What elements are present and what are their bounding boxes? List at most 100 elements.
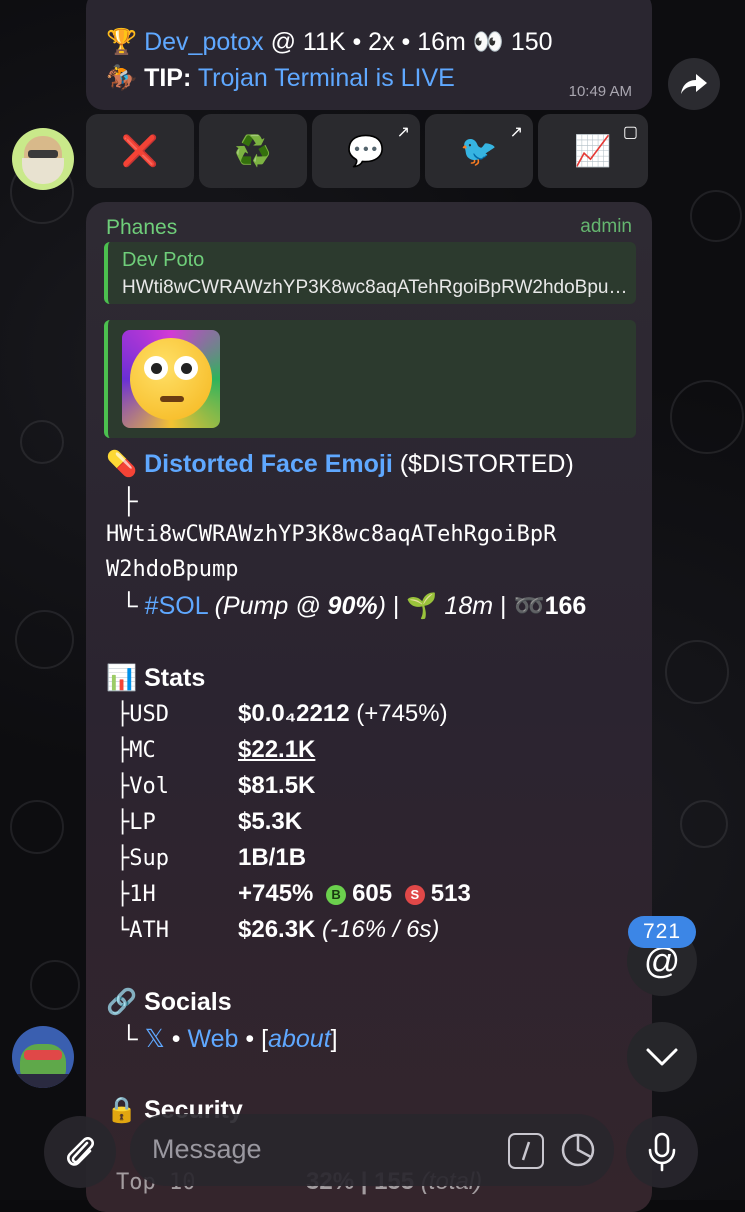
sells-icon: S bbox=[404, 885, 425, 905]
stat-key: ├1H bbox=[116, 882, 156, 907]
chat-link-button[interactable]: 💬 ↗ bbox=[312, 114, 420, 188]
chart-increasing-icon: 📈 bbox=[574, 134, 612, 168]
previous-message-bubble: 🏆 Dev_potox @ 11K • 2x • 16m 👀 150 🏇 TIP… bbox=[86, 0, 652, 110]
web-link[interactable]: Web bbox=[188, 1025, 239, 1053]
stat-row-sup: ├Sup 1B/1B bbox=[116, 844, 306, 872]
scroll-down-button[interactable] bbox=[627, 1022, 697, 1092]
stat-value: $5.3K bbox=[238, 808, 303, 835]
stat-row-mc: ├MC $22.1K bbox=[116, 736, 315, 764]
branch-end-glyph: └ bbox=[120, 1025, 138, 1053]
link-icon: 🔗 bbox=[106, 988, 138, 1016]
stats-heading: 📊 Stats bbox=[106, 664, 205, 693]
sol-hashtag[interactable]: #SOL bbox=[145, 592, 208, 620]
socials-line: └ 𝕏 • Web • [about] bbox=[120, 1025, 338, 1053]
stat-value: $0.0₄2212 bbox=[238, 700, 350, 727]
chevron-down-icon bbox=[646, 1048, 678, 1066]
token-ticker: ($DISTORTED) bbox=[399, 450, 574, 478]
buy-count: 605 bbox=[352, 880, 393, 907]
stat-key: ├MC bbox=[116, 738, 156, 763]
tip-label: TIP: bbox=[144, 64, 192, 92]
stats-title: Stats bbox=[144, 664, 206, 692]
stat-row-lp: ├LP $5.3K bbox=[116, 808, 302, 836]
reply-quote[interactable]: Dev Poto HWti8wCWRAWzhYP3K8wc8aqATehRgoi… bbox=[104, 242, 636, 304]
token-image[interactable] bbox=[122, 330, 220, 428]
token-age: 18m bbox=[444, 592, 494, 620]
stat-key: ├Sup bbox=[116, 846, 169, 871]
reply-author: Dev Poto bbox=[122, 249, 205, 271]
socials-title: Socials bbox=[144, 988, 232, 1016]
admin-badge: admin bbox=[580, 216, 632, 237]
refresh-button[interactable]: ♻️ bbox=[199, 114, 307, 188]
token-title-line: 💊 Distorted Face Emoji ($DISTORTED) bbox=[106, 450, 574, 479]
token-name-link[interactable]: Distorted Face Emoji bbox=[144, 450, 393, 478]
attach-button[interactable] bbox=[44, 1116, 116, 1188]
sell-count: 513 bbox=[430, 880, 471, 907]
speech-bubble-icon: 💬 bbox=[347, 134, 385, 168]
message-line-1: 🏆 Dev_potox @ 11K • 2x • 16m 👀 150 bbox=[106, 28, 553, 57]
sticker-button[interactable] bbox=[560, 1132, 596, 1168]
chain-info-line: └ #SOL (Pump @ 90%) | 🌱 18m | ➿166 bbox=[120, 592, 586, 621]
about-link[interactable]: about bbox=[268, 1025, 331, 1053]
seedling-icon: 🌱 bbox=[406, 592, 438, 620]
share-button[interactable] bbox=[668, 58, 720, 110]
paperclip-icon bbox=[67, 1137, 94, 1166]
market-cap-link[interactable]: $22.1K bbox=[238, 736, 315, 764]
stat-value: 1B/1B bbox=[238, 844, 307, 871]
message-line-2: 🏇 TIP: Trojan Terminal is LIVE bbox=[106, 64, 455, 93]
delete-button[interactable]: ❌ bbox=[86, 114, 194, 188]
stat-key: ├Vol bbox=[116, 774, 169, 799]
slash-command-icon bbox=[521, 1141, 531, 1161]
media-preview[interactable] bbox=[104, 320, 636, 438]
twitter-link-button[interactable]: 🐦 ↗ bbox=[425, 114, 533, 188]
bot-avatar[interactable] bbox=[12, 128, 74, 190]
message-time: 10:49 AM bbox=[568, 83, 632, 100]
contract-address-line-2[interactable]: W2hdoBpump bbox=[106, 557, 238, 582]
separator: | bbox=[500, 592, 507, 620]
stat-key: ├USD bbox=[116, 702, 169, 727]
user-avatar[interactable] bbox=[12, 1026, 74, 1088]
stat-key: └ATH bbox=[116, 918, 169, 943]
holder-count: 166 bbox=[544, 592, 587, 620]
stat-row-usd: ├USD $0.0₄2212 (+745%) bbox=[116, 700, 448, 728]
separator: | bbox=[392, 592, 400, 620]
stat-extra: (+745%) bbox=[349, 700, 448, 727]
chart-button[interactable]: 📈 ▢ bbox=[538, 114, 648, 188]
cross-mark-icon: ❌ bbox=[121, 134, 159, 168]
voice-message-button[interactable] bbox=[626, 1116, 698, 1188]
external-link-icon: ↗ bbox=[396, 124, 410, 141]
bar-chart-icon: 📊 bbox=[106, 664, 138, 692]
sender-name[interactable]: Phanes bbox=[106, 216, 177, 240]
dev-link[interactable]: Dev_potox bbox=[144, 28, 264, 56]
holders-icon: ➿ bbox=[513, 592, 545, 620]
forward-arrow-icon bbox=[681, 74, 707, 94]
stat-value: $26.3K bbox=[238, 916, 316, 943]
stat-value: $81.5K bbox=[238, 772, 316, 799]
message-input[interactable]: Message bbox=[130, 1114, 614, 1186]
bullet: • bbox=[245, 1025, 255, 1053]
stat-row-1h: ├1H +745% B 605 S 513 bbox=[116, 880, 471, 908]
contract-address-line-1[interactable]: HWti8wCWRAWzhYP3K8wc8aqATehRgoiBpR bbox=[106, 522, 556, 547]
sticker-icon bbox=[561, 1133, 595, 1167]
x-link[interactable]: 𝕏 bbox=[145, 1025, 165, 1053]
dev-stats-text: @ 11K • 2x • 16m 👀 150 bbox=[263, 28, 553, 56]
horse-racing-icon: 🏇 bbox=[106, 64, 138, 92]
microphone-icon bbox=[648, 1132, 676, 1172]
stat-key: ├LP bbox=[116, 810, 156, 835]
lock-icon: 🔒 bbox=[106, 1096, 138, 1124]
mentions-count-badge: 721 bbox=[628, 916, 696, 948]
pump-prefix: (Pump @ bbox=[214, 592, 328, 620]
socials-heading: 🔗 Socials bbox=[106, 988, 232, 1017]
trophy-icon: 🏆 bbox=[106, 28, 138, 56]
reply-text: HWti8wCWRAWzhYP3K8wc8aqATehRgoiBpRW2hdoB… bbox=[122, 277, 632, 298]
bird-icon: 🐦 bbox=[460, 134, 498, 168]
stat-extra: (-16% / 6s) bbox=[315, 916, 440, 943]
external-link-icon: ↗ bbox=[509, 124, 523, 141]
pill-icon: 💊 bbox=[106, 450, 138, 478]
pump-percent: 90% bbox=[327, 592, 378, 620]
commands-button[interactable] bbox=[508, 1133, 544, 1169]
stat-value: +745% bbox=[238, 880, 314, 907]
branch-glyph: ├ bbox=[120, 487, 138, 515]
stat-row-ath: └ATH $26.3K (-16% / 6s) bbox=[116, 916, 439, 944]
trojan-terminal-link[interactable]: Trojan Terminal is LIVE bbox=[198, 64, 455, 92]
message-placeholder: Message bbox=[152, 1134, 262, 1164]
